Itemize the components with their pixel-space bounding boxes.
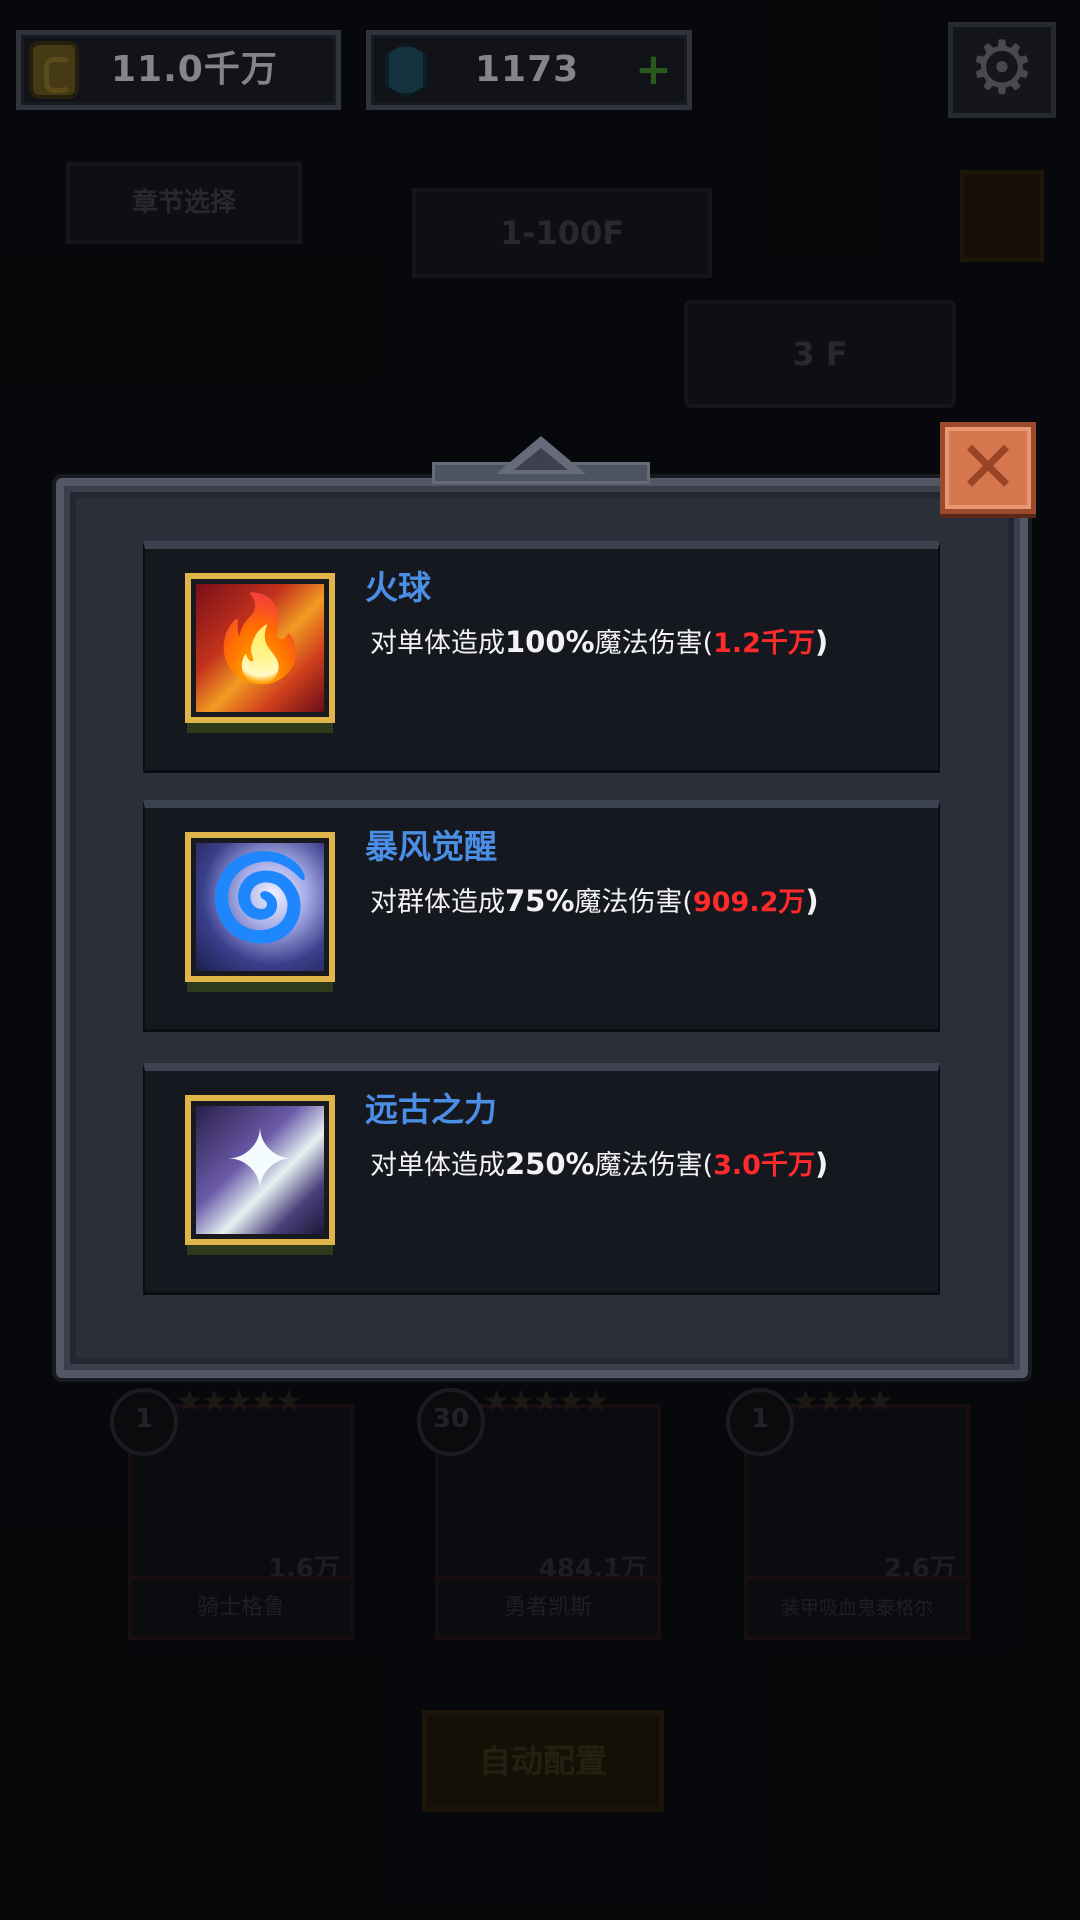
skill-description: 对单体造成250%魔法伤害(3.0千万) <box>370 1147 829 1181</box>
skill-description: 对单体造成100%魔法伤害(1.2千万) <box>370 625 829 659</box>
skill-damage: 909.2万 <box>692 887 806 918</box>
skill-row: ✦ 远古之力 对单体造成250%魔法伤害(3.0千万) <box>143 1063 940 1295</box>
skill-description: 对群体造成75%魔法伤害(909.2万) <box>370 884 819 918</box>
skill-damage: 1.2千万 <box>713 628 815 659</box>
storm-icon: 🌀 <box>185 832 335 982</box>
close-icon: ✕ <box>957 425 1019 509</box>
skill-row: 🔥 火球 对单体造成100%魔法伤害(1.2千万) <box>143 541 940 773</box>
close-button[interactable]: ✕ <box>940 422 1036 514</box>
skill-name: 远古之力 <box>365 1090 497 1129</box>
skill-name: 火球 <box>365 568 431 607</box>
ancient-power-icon: ✦ <box>185 1095 335 1245</box>
fireball-icon: 🔥 <box>185 573 335 723</box>
skill-name: 暴风觉醒 <box>365 827 497 866</box>
skill-row: 🌀 暴风觉醒 对群体造成75%魔法伤害(909.2万) <box>143 800 940 1032</box>
dialog-crest-ornament <box>432 432 650 484</box>
skill-damage: 3.0千万 <box>713 1150 815 1181</box>
